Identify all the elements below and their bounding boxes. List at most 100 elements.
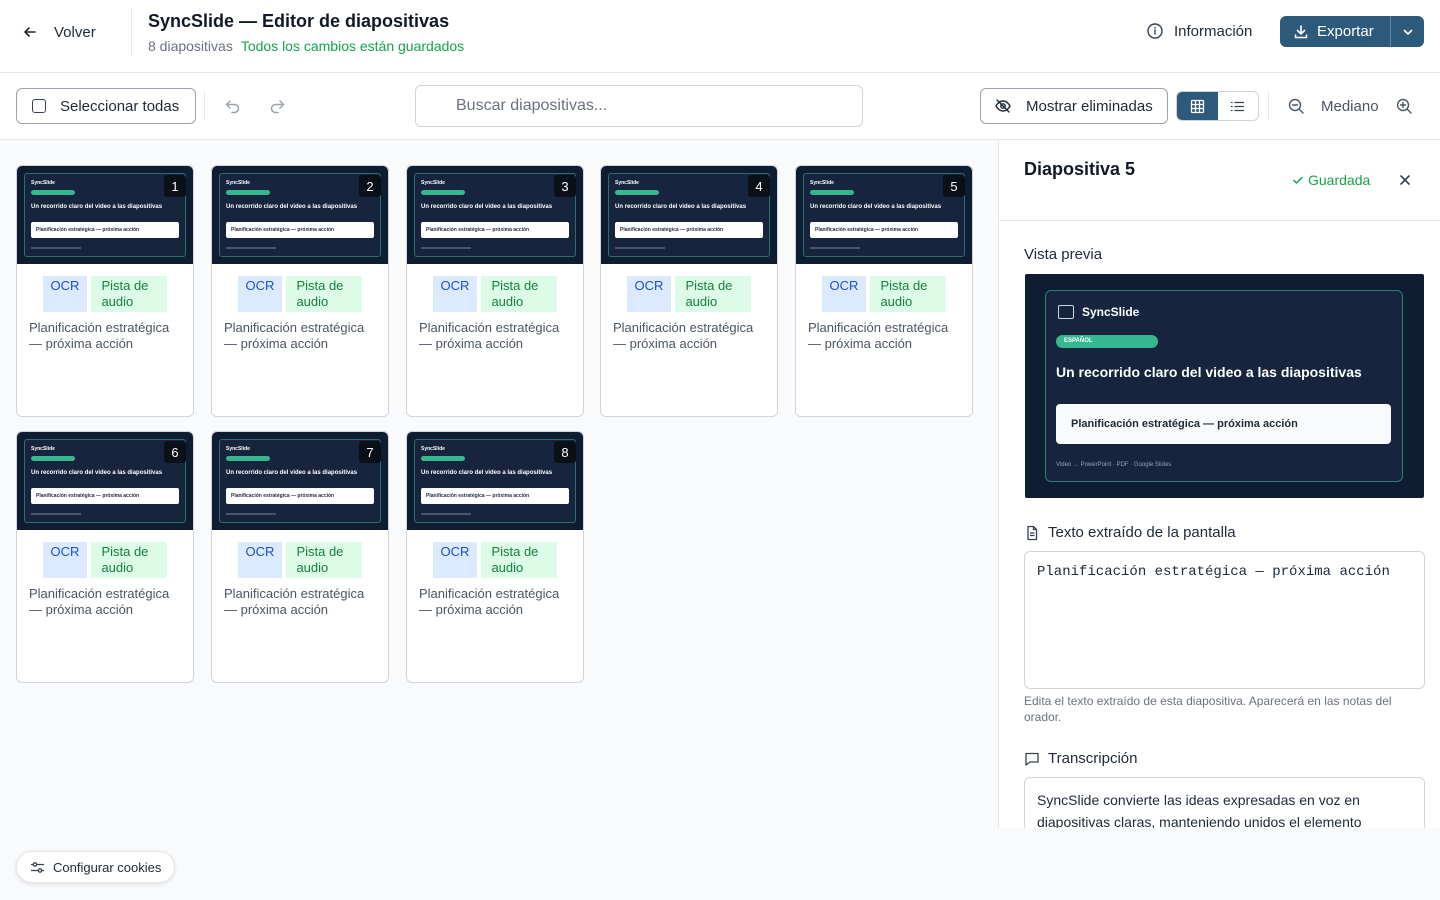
thumbnail-box: Planificación estratégica — próxima acci…: [31, 488, 179, 504]
thumbnail-logo: SyncSlide: [31, 180, 55, 186]
panel-header: Diapositiva 5 Guardada: [999, 140, 1440, 221]
slide-thumbnail: SyncSlide Un recorrido claro del video a…: [601, 166, 777, 264]
slide-badges: OCR Pista de audio: [796, 276, 972, 312]
thumbnail-footer: [421, 247, 471, 249]
ocr-badge: OCR: [432, 542, 478, 578]
slide-number: 4: [748, 175, 770, 197]
panel-title: Diapositiva 5: [1024, 159, 1136, 179]
transcript-label-text: Transcripción: [1048, 750, 1138, 767]
checkbox-icon: [32, 99, 46, 113]
eye-off-icon: [995, 99, 1011, 113]
slide-detail-panel: Diapositiva 5 Guardada Vista previa Sync…: [998, 140, 1440, 828]
ocr-textarea[interactable]: Planificación estratégica — próxima acci…: [1024, 551, 1425, 689]
preview-logo: SyncSlide: [1058, 305, 1139, 319]
back-label: Volver: [54, 23, 96, 41]
thumbnail-footer: [421, 513, 471, 515]
slide-badges: OCR Pista de audio: [601, 276, 777, 312]
ocr-badge: OCR: [432, 276, 478, 312]
audio-badge: Pista de audio: [481, 276, 558, 312]
slide-thumbnail: SyncSlide Un recorrido claro del video a…: [407, 432, 583, 530]
page-title: SyncSlide — Editor de diapositivas: [148, 11, 450, 31]
slide-card[interactable]: SyncSlide Un recorrido claro del video a…: [16, 165, 194, 417]
ocr-badge: OCR: [42, 542, 88, 578]
slide-card[interactable]: SyncSlide Un recorrido claro del video a…: [211, 431, 389, 683]
thumbnail-box: Planificación estratégica — próxima acci…: [810, 222, 958, 238]
toolbar: Seleccionar todas Mostrar eliminadas Med…: [0, 73, 1440, 140]
preview-language-pill: ESPAÑOL: [1056, 335, 1158, 348]
zoom-level: Mediano: [1321, 98, 1379, 115]
zoom-out-icon[interactable]: [1287, 97, 1305, 115]
undo-icon[interactable]: [224, 97, 242, 115]
slide-number: 5: [943, 175, 965, 197]
select-all-button[interactable]: Seleccionar todas: [16, 88, 196, 124]
slide-text: Planificación estratégica — próxima acci…: [613, 320, 754, 351]
list-view-button[interactable]: [1218, 92, 1259, 120]
slide-text: Planificación estratégica — próxima acci…: [29, 586, 170, 617]
preview-heading: Un recorrido claro del video a las diapo…: [1056, 364, 1362, 380]
info-icon: [1147, 23, 1163, 39]
audio-badge: Pista de audio: [91, 542, 168, 578]
saved-label: Guardada: [1308, 172, 1371, 188]
cookie-settings-label: Configurar cookies: [53, 859, 162, 875]
info-button[interactable]: Información: [1146, 22, 1252, 40]
thumbnail-box: Planificación estratégica — próxima acci…: [421, 222, 569, 238]
thumbnail-frame: SyncSlide Un recorrido claro del video a…: [803, 173, 965, 257]
audio-badge: Pista de audio: [675, 276, 752, 312]
thumbnail-pill: [31, 190, 75, 195]
audio-badge: Pista de audio: [481, 542, 558, 578]
slide-text: Planificación estratégica — próxima acci…: [419, 586, 560, 617]
thumbnail-footer: [615, 247, 665, 249]
search-input[interactable]: [415, 85, 863, 127]
slide-card[interactable]: SyncSlide Un recorrido claro del video a…: [795, 165, 973, 417]
slide-card[interactable]: SyncSlide Un recorrido claro del video a…: [406, 431, 584, 683]
thumbnail-footer: [810, 247, 860, 249]
redo-icon[interactable]: [268, 97, 286, 115]
slide-card[interactable]: SyncSlide Un recorrido claro del video a…: [406, 165, 584, 417]
thumbnail-heading: Un recorrido claro del video a las diapo…: [810, 204, 942, 210]
cookie-settings-button[interactable]: Configurar cookies: [16, 851, 175, 883]
thumbnail-box: Planificación estratégica — próxima acci…: [31, 222, 179, 238]
slide-thumbnail: SyncSlide Un recorrido claro del video a…: [17, 432, 193, 530]
ocr-badge: OCR: [626, 276, 672, 312]
slide-card[interactable]: SyncSlide Un recorrido claro del video a…: [211, 165, 389, 417]
thumbnail-pill: [615, 190, 659, 195]
thumbnail-box: Planificación estratégica — próxima acci…: [226, 222, 374, 238]
thumbnail-pill: [226, 190, 270, 195]
thumbnail-logo: SyncSlide: [615, 180, 639, 186]
grid-view-button[interactable]: [1177, 92, 1218, 120]
preview-label: Vista previa: [1024, 246, 1103, 263]
thumbnail-footer: [31, 513, 81, 515]
thumbnail-box: Planificación estratégica — próxima acci…: [615, 222, 763, 238]
thumbnail-logo: SyncSlide: [421, 180, 445, 186]
close-icon[interactable]: [1396, 171, 1414, 189]
slide-thumbnail: SyncSlide Un recorrido claro del video a…: [407, 166, 583, 264]
thumbnail-heading: Un recorrido claro del video a las diapo…: [226, 204, 358, 210]
slide-badges: OCR Pista de audio: [17, 542, 193, 578]
back-button[interactable]: Volver: [22, 20, 96, 44]
slide-badges: OCR Pista de audio: [212, 276, 388, 312]
select-all-label: Seleccionar todas: [60, 97, 180, 115]
export-options-button[interactable]: [1390, 16, 1424, 47]
thumbnail-heading: Un recorrido claro del video a las diapo…: [615, 204, 747, 210]
ocr-help-text: Edita el texto extraído de esta diaposit…: [1024, 694, 1392, 724]
slide-thumbnail: SyncSlide Un recorrido claro del video a…: [17, 166, 193, 264]
thumbnail-box: Planificación estratégica — próxima acci…: [226, 488, 374, 504]
audio-badge: Pista de audio: [91, 276, 168, 312]
transcript-textarea[interactable]: SyncSlide convierte las ideas expresadas…: [1024, 777, 1425, 828]
header-divider: [131, 8, 132, 56]
thumbnail-footer: [31, 247, 81, 249]
ocr-label: Texto extraído de la pantalla: [1024, 524, 1236, 541]
monitor-icon: [1058, 305, 1074, 319]
slide-card[interactable]: SyncSlide Un recorrido claro del video a…: [600, 165, 778, 417]
slide-count: 8 diapositivas: [148, 38, 233, 54]
ocr-badge: OCR: [237, 276, 283, 312]
zoom-in-icon[interactable]: [1395, 97, 1413, 115]
app-header: Volver SyncSlide — Editor de diapositiva…: [0, 0, 1440, 73]
slide-card[interactable]: SyncSlide Un recorrido claro del video a…: [16, 431, 194, 683]
slide-number: 1: [164, 175, 186, 197]
show-deleted-button[interactable]: Mostrar eliminadas: [980, 88, 1168, 124]
toolbar-divider: [204, 92, 205, 120]
slide-number: 3: [554, 175, 576, 197]
thumbnail-frame: SyncSlide Un recorrido claro del video a…: [219, 173, 381, 257]
export-button[interactable]: Exportar: [1280, 16, 1390, 47]
